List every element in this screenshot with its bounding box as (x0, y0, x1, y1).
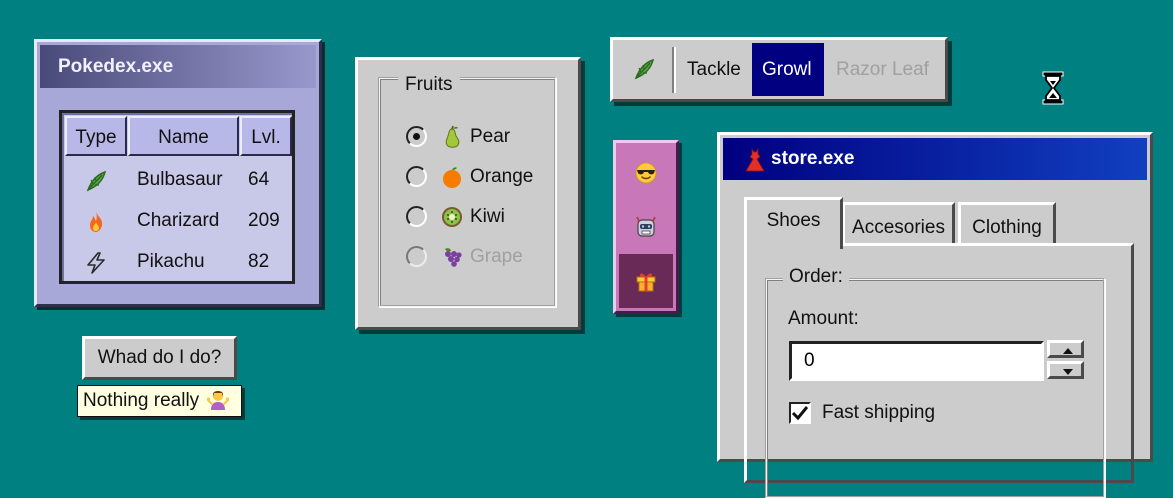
gift-icon (636, 273, 656, 292)
sunglasses-face-icon (635, 162, 657, 184)
amount-increment-button[interactable] (1047, 340, 1084, 358)
pokemon-name: Pikachu (137, 251, 205, 272)
lightning-icon (87, 252, 105, 274)
help-button[interactable]: Whad do I do? (82, 336, 237, 380)
moves-toolbar: Tackle Growl Razor Leaf (610, 37, 948, 102)
tab-shoes[interactable]: Shoes (744, 197, 843, 249)
move-razor-leaf-button: Razor Leaf (836, 59, 929, 80)
grape-icon (445, 248, 462, 267)
store-title: store.exe (771, 148, 855, 169)
column-header-type[interactable]: Type (65, 116, 127, 156)
move-growl-button[interactable]: Growl (752, 43, 824, 96)
robot-button[interactable] (619, 200, 673, 254)
fruits-panel: Fruits Pear Orange Kiwi Grape (355, 57, 581, 330)
orange-icon (443, 167, 461, 188)
pokemon-level: 82 (248, 251, 270, 272)
sunglasses-face-button[interactable] (619, 146, 673, 200)
order-legend: Order: (783, 265, 849, 289)
leaf-icon (86, 170, 107, 192)
hourglass-icon (1042, 71, 1064, 105)
store-window: store.exe Accesories Clothing Shoes Orde… (717, 132, 1153, 498)
pokedex-table: Type Name Lvl. Bulbasaur 64 Charizard 20… (59, 110, 295, 284)
dress-icon (745, 148, 765, 172)
pokedex-title: Pokedex.exe (40, 45, 316, 88)
radio-label: Kiwi (470, 206, 505, 227)
toolbar-separator (672, 47, 676, 93)
radio-label: Grape (470, 246, 523, 267)
radio-button[interactable] (406, 206, 427, 227)
pokemon-name: Charizard (137, 210, 220, 231)
tooltip: Nothing really (77, 385, 242, 417)
amount-decrement-button[interactable] (1047, 361, 1084, 379)
pear-icon (445, 125, 460, 148)
tab-clothing[interactable]: Clothing (958, 202, 1056, 246)
column-header-level[interactable]: Lvl. (240, 116, 292, 156)
leaf-icon (634, 58, 655, 80)
table-row[interactable]: Bulbasaur 64 (62, 160, 292, 200)
fire-icon (90, 212, 103, 232)
gift-button[interactable] (619, 254, 673, 308)
move-tackle-button[interactable]: Tackle (677, 43, 751, 96)
amount-input[interactable] (789, 341, 1044, 381)
person-shrugging-icon (207, 391, 230, 410)
table-row[interactable]: Pikachu 82 (62, 242, 292, 282)
amount-label: Amount: (788, 308, 859, 329)
kiwi-icon (442, 207, 462, 227)
radio-label: Orange (470, 166, 534, 187)
radio-label: Pear (470, 126, 511, 147)
tab-accesories[interactable]: Accesories (842, 202, 955, 246)
radio-button[interactable] (406, 126, 427, 147)
tooltip-text: Nothing really (83, 390, 200, 411)
pokemon-level: 64 (248, 169, 270, 190)
pokemon-name: Bulbasaur (137, 169, 223, 190)
arrow-down-icon (1063, 369, 1073, 375)
pokedex-window: Pokedex.exe Type Name Lvl. Bulbasaur 64 … (34, 39, 322, 307)
store-title-bar: store.exe (723, 138, 1147, 180)
arrow-up-icon (1063, 348, 1073, 354)
fruits-legend: Fruits (398, 74, 460, 96)
table-row[interactable]: Charizard 209 (62, 201, 292, 241)
radio-button (406, 246, 427, 267)
pokemon-level: 209 (248, 210, 280, 231)
radio-button[interactable] (406, 166, 427, 187)
fast-shipping-checkbox[interactable] (789, 402, 811, 424)
emoji-toolbar (613, 140, 679, 314)
checkmark-icon (791, 406, 809, 421)
column-header-name[interactable]: Name (128, 116, 239, 156)
fast-shipping-label: Fast shipping (822, 402, 936, 423)
robot-icon (636, 216, 656, 237)
